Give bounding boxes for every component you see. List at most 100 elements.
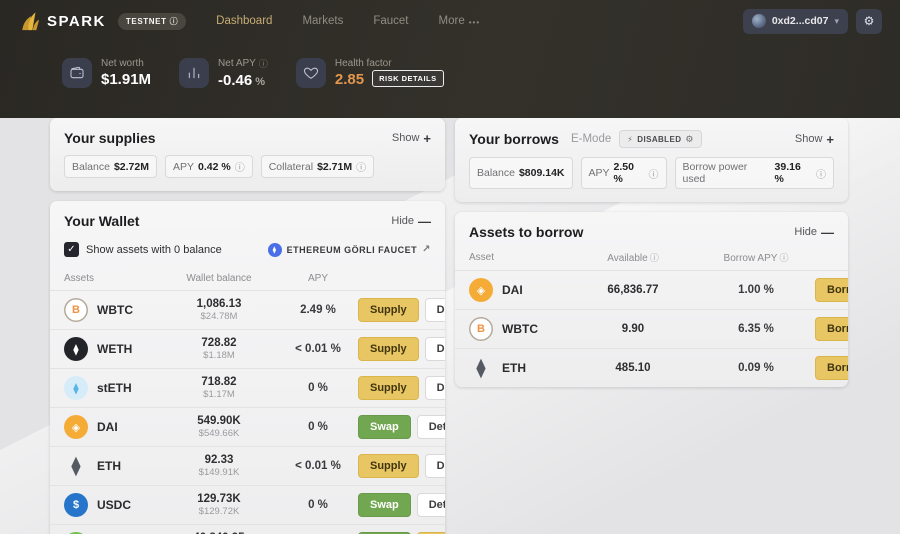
- supplies-show-toggle[interactable]: Show +: [392, 131, 431, 146]
- pill-label: APY: [172, 160, 194, 173]
- net-worth-value: $1.91M: [101, 71, 152, 88]
- assets-to-borrow-hide-toggle[interactable]: Hide —: [794, 225, 834, 240]
- details-button[interactable]: Details: [416, 493, 445, 517]
- ethereum-gorli-faucet-link[interactable]: ⧫ ETHEREUM GÖRLI FAUCET ↗: [267, 242, 431, 257]
- asset-symbol: USDC: [97, 498, 132, 512]
- supply-button[interactable]: Supply: [358, 337, 419, 361]
- asset-symbol: WETH: [97, 342, 133, 356]
- supplies-title: Your supplies: [64, 130, 156, 146]
- actions-cell: BorrowDetails: [815, 278, 848, 302]
- asset-symbol: WBTC: [97, 303, 133, 317]
- apy-value: 6.35 %: [738, 323, 774, 335]
- wallet-balance-usd: $1.18M: [203, 350, 235, 361]
- pill-label: Borrow power used: [682, 161, 748, 185]
- nav-item-dashboard[interactable]: Dashboard: [216, 15, 272, 27]
- details-button[interactable]: Details: [424, 454, 445, 478]
- emode-label: E-Mode: [570, 133, 612, 145]
- supply-button[interactable]: Supply: [358, 376, 419, 400]
- asset-cell: ⧫ ETH: [469, 356, 569, 380]
- supplies-summary: Balance $2.72M APY 0.42 % ⓘ Collateral $2.71M ⓘ: [50, 153, 445, 191]
- details-button[interactable]: Details: [424, 298, 445, 322]
- details-button[interactable]: Details: [416, 415, 445, 439]
- info-icon[interactable]: ⓘ: [650, 253, 659, 263]
- main-content: Your supplies Show + Balance $2.72M APY 0.4…: [0, 118, 900, 534]
- info-icon[interactable]: ⓘ: [235, 159, 245, 174]
- dai-coin-icon: ◈: [64, 415, 88, 439]
- details-button[interactable]: Details: [424, 337, 445, 361]
- net-worth-stat: Net worth $1.91M: [62, 57, 151, 89]
- wallet-hide-toggle[interactable]: Hide —: [391, 214, 431, 229]
- your-borrows-panel: Your borrows E-Mode ⚡ DISABLED ⚙ Show + …: [455, 118, 848, 202]
- settings-button[interactable]: ⚙: [856, 8, 882, 34]
- external-link-icon: ↗: [422, 244, 431, 255]
- plus-icon: +: [826, 131, 834, 147]
- health-factor-stat: Health factor 2.85 RISK DETAILS: [295, 57, 444, 89]
- balance-cell: 718.82 $1.17M: [160, 376, 278, 400]
- swap-button[interactable]: Swap: [358, 415, 411, 439]
- top-navigation: SPARK TESTNET ⓘ Dashboard Markets Faucet…: [0, 0, 900, 42]
- net-apy-stat: Net APY ⓘ -0.46 %: [179, 57, 268, 89]
- borrow-button[interactable]: Borrow: [815, 317, 848, 341]
- borrows-show-toggle[interactable]: Show +: [795, 132, 834, 147]
- table-row: ⧫ stETH 718.82$1.17M 0 % SupplyDetails: [50, 368, 445, 407]
- balance-cell: 92.33 $149.91K: [160, 454, 278, 478]
- details-button[interactable]: Details: [424, 376, 445, 400]
- bar-chart-icon: [179, 58, 210, 88]
- actions-cell: SwapDetails: [358, 493, 445, 517]
- balance-cell: 129.73K $129.72K: [160, 493, 278, 517]
- risk-details-button[interactable]: RISK DETAILS: [372, 70, 444, 87]
- wallet-balance-value: 549.90K: [197, 415, 241, 427]
- eth-coin-icon: ⧫: [476, 357, 486, 379]
- balance-cell: 1,086.13 $24.78M: [160, 298, 278, 322]
- emode-status: DISABLED: [637, 134, 682, 144]
- spark-dashboard: SPARK TESTNET ⓘ Dashboard Markets Faucet…: [0, 0, 900, 534]
- wbtc-coin-icon: B: [469, 317, 493, 341]
- asset-cell: B WBTC: [469, 317, 569, 341]
- column-wallet-balance: Wallet balance: [186, 273, 252, 284]
- emode-status-badge[interactable]: ⚡ DISABLED ⚙: [619, 130, 702, 148]
- borrow-button[interactable]: Borrow: [815, 278, 848, 302]
- nav-item-faucet[interactable]: Faucet: [373, 15, 408, 27]
- wallet-balance-usd: $549.66K: [198, 428, 240, 439]
- apy-value: 0 %: [308, 421, 328, 433]
- checkbox-label: Show assets with 0 balance: [86, 243, 222, 256]
- toggle-label: Show: [794, 133, 823, 145]
- plus-icon: +: [423, 130, 431, 146]
- spark-logo[interactable]: SPARK: [20, 10, 106, 32]
- column-assets: Assets: [64, 273, 95, 284]
- apy-value: 0 %: [308, 499, 328, 511]
- asset-symbol: stETH: [97, 381, 132, 395]
- account-stats: Net worth $1.91M Net APY ⓘ -0.46 % Healt…: [0, 42, 900, 89]
- apy-value: 0.09 %: [738, 362, 774, 374]
- swap-button[interactable]: Swap: [358, 493, 411, 517]
- supply-button[interactable]: Supply: [358, 298, 419, 322]
- testnet-badge[interactable]: TESTNET ⓘ: [117, 12, 187, 30]
- info-icon[interactable]: ⓘ: [779, 253, 788, 263]
- pill-value: $2.72M: [113, 160, 149, 173]
- pill-value: $809.14K: [518, 167, 565, 179]
- show-zero-balance-checkbox[interactable]: ✓ Show assets with 0 balance: [64, 242, 222, 257]
- borrows-summary: Balance $809.14K APY 2.50 % ⓘ Borrow power us…: [455, 155, 848, 202]
- nav-item-more[interactable]: More •••: [439, 15, 481, 27]
- table-row: ⧫ ETH 485.10 0.09 % BorrowDetails: [455, 348, 848, 387]
- asset-cell: $ USDC: [64, 493, 160, 517]
- brand-name: SPARK: [47, 12, 106, 30]
- table-row: ◈ DAI 66,836.77 1.00 % BorrowDetails: [455, 270, 848, 309]
- info-icon[interactable]: ⓘ: [649, 166, 659, 181]
- net-worth-label: Net worth: [101, 58, 144, 69]
- balance-cell: 728.82 $1.18M: [160, 337, 278, 361]
- dai-coin-icon: ◈: [469, 278, 493, 302]
- wallet-address-button[interactable]: 0xd2...cd07 ▾: [742, 8, 848, 34]
- heart-icon: [295, 58, 326, 88]
- ethereum-icon: ⧫: [267, 242, 282, 257]
- info-icon[interactable]: ⓘ: [259, 57, 268, 70]
- apy-value: < 0.01 %: [295, 343, 341, 355]
- asset-cell: ⧫ ETH: [64, 454, 160, 478]
- borrow-button[interactable]: Borrow: [815, 356, 848, 380]
- supply-button[interactable]: Supply: [358, 454, 419, 478]
- nav-item-markets[interactable]: Markets: [302, 15, 343, 27]
- info-icon[interactable]: ⓘ: [356, 159, 366, 174]
- info-icon[interactable]: ⓘ: [816, 166, 826, 181]
- actions-cell: BorrowDetails: [815, 317, 848, 341]
- asset-cell: ◈ DAI: [469, 278, 569, 302]
